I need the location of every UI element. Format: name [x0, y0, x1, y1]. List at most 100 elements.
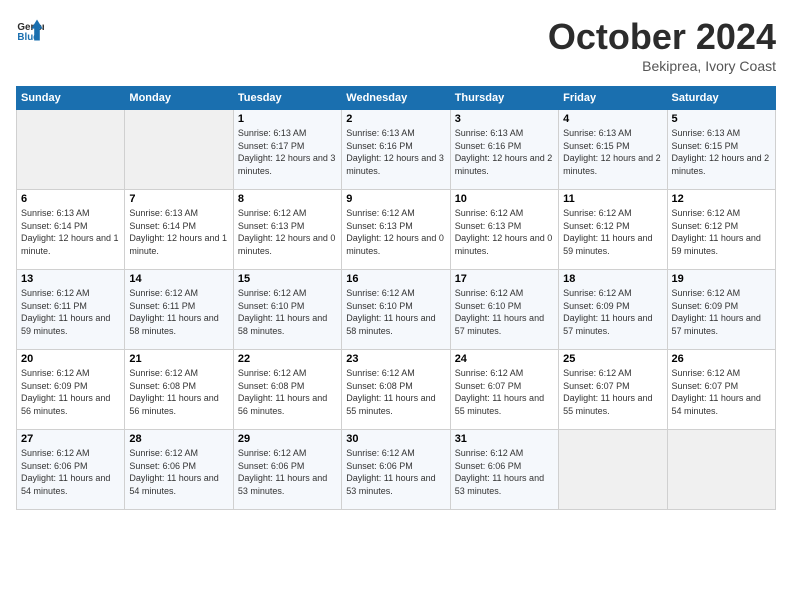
- day-number: 27: [21, 433, 120, 445]
- month-title: October 2024: [548, 16, 776, 58]
- day-info: Sunrise: 6:12 AMSunset: 6:07 PMDaylight:…: [672, 367, 771, 417]
- calendar-day-cell: 17 Sunrise: 6:12 AMSunset: 6:10 PMDayligh…: [450, 270, 558, 350]
- day-info: Sunrise: 6:12 AMSunset: 6:09 PMDaylight:…: [672, 287, 771, 337]
- day-number: 26: [672, 353, 771, 365]
- day-info: Sunrise: 6:12 AMSunset: 6:06 PMDaylight:…: [21, 447, 120, 497]
- day-number: 1: [238, 113, 337, 125]
- calendar-day-cell: 1 Sunrise: 6:13 AMSunset: 6:17 PMDaylight…: [233, 110, 341, 190]
- day-info: Sunrise: 6:12 AMSunset: 6:09 PMDaylight:…: [563, 287, 662, 337]
- calendar-day-cell: 22 Sunrise: 6:12 AMSunset: 6:08 PMDayligh…: [233, 350, 341, 430]
- day-info: Sunrise: 6:12 AMSunset: 6:06 PMDaylight:…: [455, 447, 554, 497]
- day-info: Sunrise: 6:12 AMSunset: 6:06 PMDaylight:…: [346, 447, 445, 497]
- day-number: 3: [455, 113, 554, 125]
- calendar-day-cell: 26 Sunrise: 6:12 AMSunset: 6:07 PMDayligh…: [667, 350, 775, 430]
- day-number: 22: [238, 353, 337, 365]
- day-info: Sunrise: 6:12 AMSunset: 6:10 PMDaylight:…: [238, 287, 337, 337]
- weekday-header-cell: Friday: [559, 87, 667, 110]
- day-number: 17: [455, 273, 554, 285]
- calendar-day-cell: 31 Sunrise: 6:12 AMSunset: 6:06 PMDayligh…: [450, 430, 558, 510]
- calendar-day-cell: [559, 430, 667, 510]
- calendar-day-cell: 19 Sunrise: 6:12 AMSunset: 6:09 PMDayligh…: [667, 270, 775, 350]
- day-number: 20: [21, 353, 120, 365]
- calendar-week-row: 20 Sunrise: 6:12 AMSunset: 6:09 PMDayligh…: [17, 350, 776, 430]
- day-info: Sunrise: 6:12 AMSunset: 6:06 PMDaylight:…: [238, 447, 337, 497]
- day-number: 19: [672, 273, 771, 285]
- calendar-day-cell: 16Sunrise: 6:12 AMSunset: 6:10 PMDayligh…: [342, 270, 450, 350]
- weekday-header-cell: Monday: [125, 87, 233, 110]
- day-number: 30: [346, 433, 445, 445]
- day-number: 25: [563, 353, 662, 365]
- day-info: Sunrise: 6:12 AMSunset: 6:08 PMDaylight:…: [238, 367, 337, 417]
- calendar-day-cell: 8Sunrise: 6:12 AMSunset: 6:13 PMDaylight…: [233, 190, 341, 270]
- day-number: 9: [346, 193, 445, 205]
- calendar-day-cell: 14 Sunrise: 6:12 AMSunset: 6:11 PMDayligh…: [125, 270, 233, 350]
- calendar-day-cell: 30 Sunrise: 6:12 AMSunset: 6:06 PMDayligh…: [342, 430, 450, 510]
- calendar-day-cell: 29 Sunrise: 6:12 AMSunset: 6:06 PMDayligh…: [233, 430, 341, 510]
- calendar-day-cell: 15 Sunrise: 6:12 AMSunset: 6:10 PMDayligh…: [233, 270, 341, 350]
- day-number: 7: [129, 193, 228, 205]
- day-info: Sunrise: 6:12 AMSunset: 6:12 PMDaylight:…: [672, 207, 771, 257]
- day-number: 2: [346, 113, 445, 125]
- calendar-day-cell: 10 Sunrise: 6:12 AMSunset: 6:13 PMDayligh…: [450, 190, 558, 270]
- day-number: 4: [563, 113, 662, 125]
- day-info: Sunrise: 6:12 AMSunset: 6:07 PMDaylight:…: [563, 367, 662, 417]
- day-info: Sunrise: 6:12 AMSunset: 6:08 PMDaylight:…: [129, 367, 228, 417]
- calendar-day-cell: [667, 430, 775, 510]
- day-info: Sunrise: 6:12 AMSunset: 6:11 PMDaylight:…: [129, 287, 228, 337]
- calendar-body: 1 Sunrise: 6:13 AMSunset: 6:17 PMDaylight…: [17, 110, 776, 510]
- day-info: Sunrise: 6:12 AMSunset: 6:07 PMDaylight:…: [455, 367, 554, 417]
- calendar-day-cell: 13 Sunrise: 6:12 AMSunset: 6:11 PMDayligh…: [17, 270, 125, 350]
- day-number: 14: [129, 273, 228, 285]
- day-info: Sunrise: 6:13 AMSunset: 6:14 PMDaylight:…: [21, 207, 120, 257]
- day-info: Sunrise: 6:13 AMSunset: 6:16 PMDaylight:…: [346, 127, 445, 177]
- calendar-day-cell: 7 Sunrise: 6:13 AMSunset: 6:14 PMDaylight…: [125, 190, 233, 270]
- weekday-header-cell: Sunday: [17, 87, 125, 110]
- location: Bekiprea, Ivory Coast: [548, 58, 776, 74]
- calendar-day-cell: 18 Sunrise: 6:12 AMSunset: 6:09 PMDayligh…: [559, 270, 667, 350]
- day-number: 29: [238, 433, 337, 445]
- calendar-day-cell: 25 Sunrise: 6:12 AMSunset: 6:07 PMDayligh…: [559, 350, 667, 430]
- calendar-table: SundayMondayTuesdayWednesdayThursdayFrid…: [16, 86, 776, 510]
- calendar-week-row: 27 Sunrise: 6:12 AMSunset: 6:06 PMDayligh…: [17, 430, 776, 510]
- day-info: Sunrise: 6:13 AMSunset: 6:15 PMDaylight:…: [563, 127, 662, 177]
- day-number: 12: [672, 193, 771, 205]
- weekday-header-cell: Tuesday: [233, 87, 341, 110]
- weekday-header-cell: Thursday: [450, 87, 558, 110]
- day-number: 24: [455, 353, 554, 365]
- calendar-day-cell: 20 Sunrise: 6:12 AMSunset: 6:09 PMDayligh…: [17, 350, 125, 430]
- day-number: 15: [238, 273, 337, 285]
- day-info: Sunrise: 6:12 AMSunset: 6:13 PMDaylight:…: [346, 207, 445, 257]
- day-number: 6: [21, 193, 120, 205]
- day-info: Sunrise: 6:13 AMSunset: 6:16 PMDaylight:…: [455, 127, 554, 177]
- day-info: Sunrise: 6:13 AMSunset: 6:14 PMDaylight:…: [129, 207, 228, 257]
- day-number: 5: [672, 113, 771, 125]
- day-number: 10: [455, 193, 554, 205]
- title-section: October 2024 Bekiprea, Ivory Coast: [548, 16, 776, 74]
- day-info: Sunrise: 6:12 AMSunset: 6:10 PMDaylight:…: [346, 287, 445, 337]
- calendar-day-cell: 6 Sunrise: 6:13 AMSunset: 6:14 PMDaylight…: [17, 190, 125, 270]
- calendar-day-cell: 4 Sunrise: 6:13 AMSunset: 6:15 PMDaylight…: [559, 110, 667, 190]
- calendar-day-cell: 3 Sunrise: 6:13 AMSunset: 6:16 PMDaylight…: [450, 110, 558, 190]
- calendar-day-cell: 5 Sunrise: 6:13 AMSunset: 6:15 PMDaylight…: [667, 110, 775, 190]
- calendar-day-cell: 24 Sunrise: 6:12 AMSunset: 6:07 PMDayligh…: [450, 350, 558, 430]
- day-info: Sunrise: 6:13 AMSunset: 6:17 PMDaylight:…: [238, 127, 337, 177]
- day-info: Sunrise: 6:12 AMSunset: 6:10 PMDaylight:…: [455, 287, 554, 337]
- day-info: Sunrise: 6:12 AMSunset: 6:11 PMDaylight:…: [21, 287, 120, 337]
- calendar-day-cell: 11Sunrise: 6:12 AMSunset: 6:12 PMDayligh…: [559, 190, 667, 270]
- day-info: Sunrise: 6:12 AMSunset: 6:09 PMDaylight:…: [21, 367, 120, 417]
- calendar-day-cell: 28 Sunrise: 6:12 AMSunset: 6:06 PMDayligh…: [125, 430, 233, 510]
- day-number: 31: [455, 433, 554, 445]
- calendar-day-cell: 9 Sunrise: 6:12 AMSunset: 6:13 PMDaylight…: [342, 190, 450, 270]
- calendar-week-row: 13 Sunrise: 6:12 AMSunset: 6:11 PMDayligh…: [17, 270, 776, 350]
- day-info: Sunrise: 6:12 AMSunset: 6:13 PMDaylight:…: [455, 207, 554, 257]
- calendar-day-cell: 21Sunrise: 6:12 AMSunset: 6:08 PMDayligh…: [125, 350, 233, 430]
- day-info: Sunrise: 6:12 AMSunset: 6:06 PMDaylight:…: [129, 447, 228, 497]
- day-number: 13: [21, 273, 120, 285]
- day-info: Sunrise: 6:13 AMSunset: 6:15 PMDaylight:…: [672, 127, 771, 177]
- page-header: General Blue October 2024 Bekiprea, Ivor…: [16, 16, 776, 74]
- calendar-day-cell: 12 Sunrise: 6:12 AMSunset: 6:12 PMDayligh…: [667, 190, 775, 270]
- day-number: 28: [129, 433, 228, 445]
- day-number: 18: [563, 273, 662, 285]
- day-info: Sunrise: 6:12 AMSunset: 6:08 PMDaylight:…: [346, 367, 445, 417]
- weekday-header-cell: Wednesday: [342, 87, 450, 110]
